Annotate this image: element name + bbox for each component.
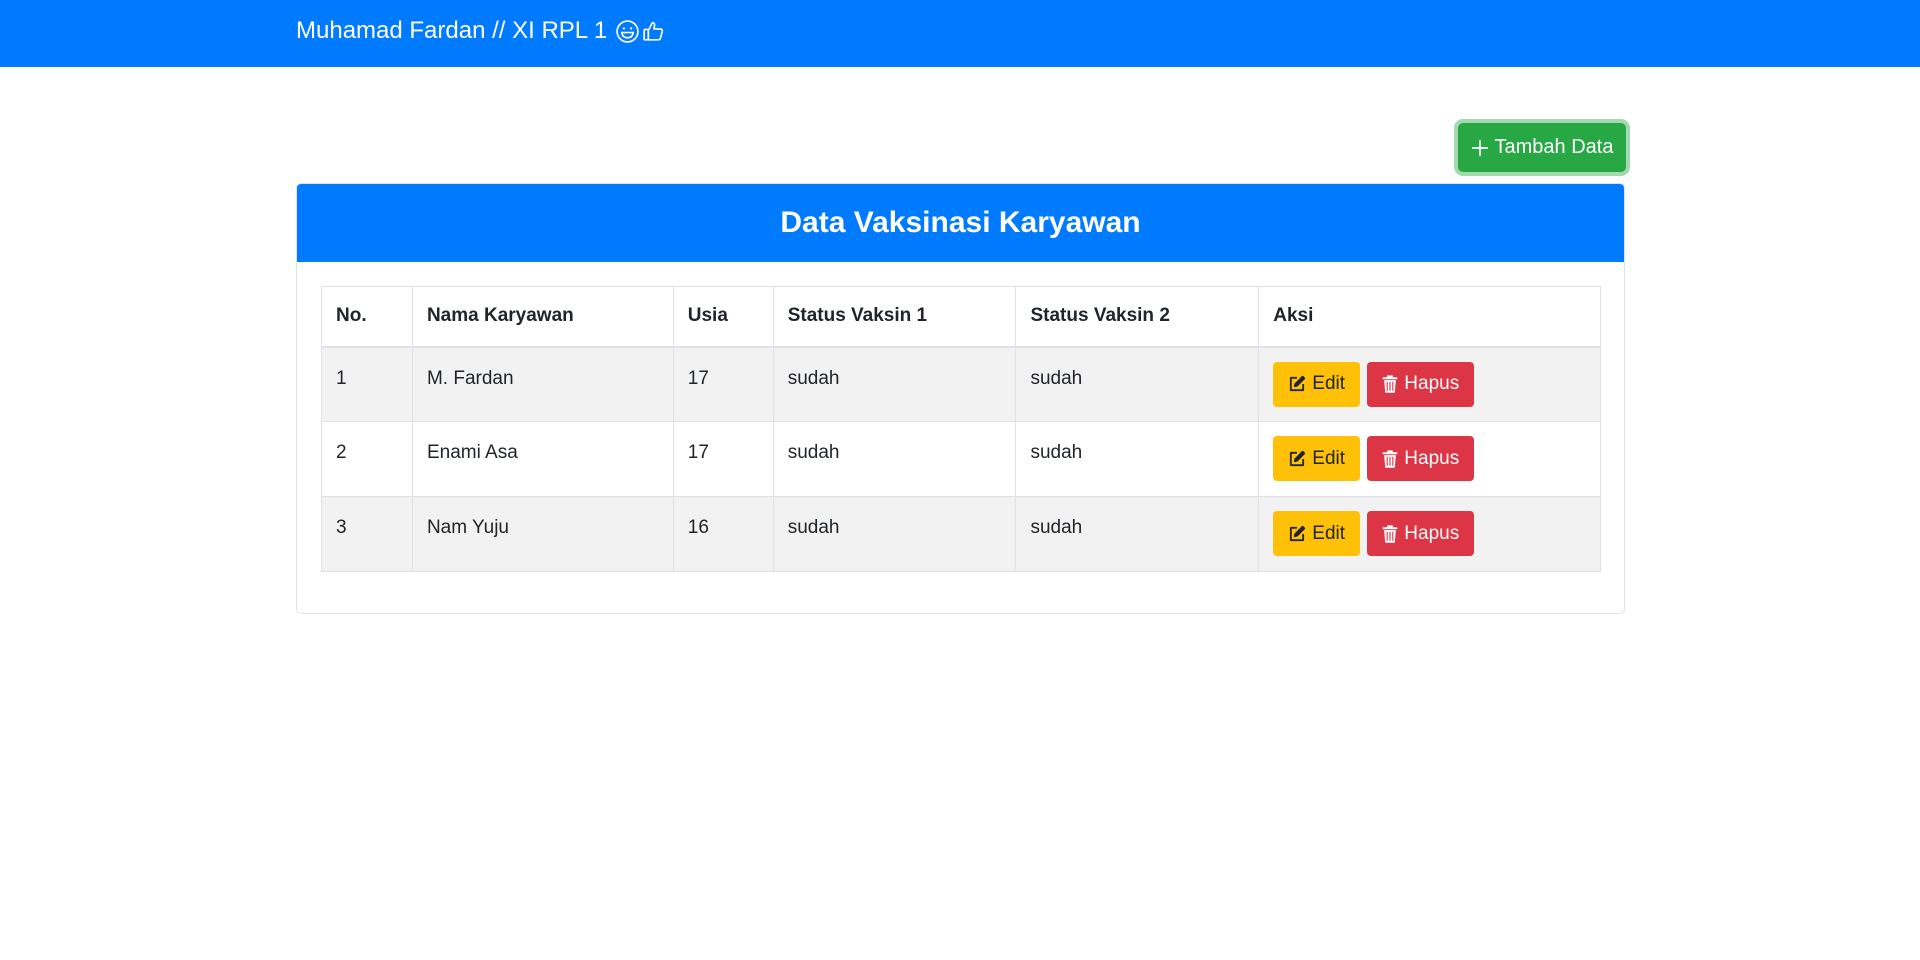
plus-icon <box>1471 139 1489 157</box>
add-data-label: Tambah Data <box>1494 136 1614 158</box>
table-row: 2 Enami Asa 17 sudah sudah Edit Hapus <box>321 421 1601 497</box>
column-header: Aksi <box>1258 286 1601 347</box>
table-header-row: No. Nama Karyawan Usia Status Vaksin 1 S… <box>321 286 1601 347</box>
cell-usia: 17 <box>672 421 774 497</box>
navbar-brand[interactable]: Muhamad Fardan // XI RPL 1 <box>296 17 666 45</box>
edit-icon <box>1288 375 1306 393</box>
brand-emoji <box>615 19 666 44</box>
edit-icon <box>1288 525 1306 543</box>
cell-usia: 16 <box>672 496 774 572</box>
edit-label: Edit <box>1312 373 1346 394</box>
cell-aksi: Edit Hapus <box>1258 421 1601 497</box>
cell-vaksin1: sudah <box>772 496 1017 572</box>
cell-usia: 17 <box>672 346 774 422</box>
cell-vaksin1: sudah <box>772 421 1017 497</box>
cell-vaksin1: sudah <box>772 346 1017 422</box>
column-header: Status Vaksin 1 <box>772 286 1017 347</box>
delete-button[interactable]: Hapus <box>1367 361 1475 407</box>
delete-button[interactable]: Hapus <box>1367 436 1475 481</box>
cell-vaksin2: sudah <box>1015 346 1260 422</box>
trash-icon <box>1382 449 1398 468</box>
table-row: 3 Nam Yuju 16 sudah sudah Edit Hapus <box>321 496 1601 572</box>
cell-nama: Nam Yuju <box>411 496 674 572</box>
trash-icon <box>1382 375 1398 393</box>
edit-icon <box>1288 450 1306 468</box>
cell-nama: M. Fardan <box>411 346 674 422</box>
add-data-button[interactable]: Tambah Data <box>1458 123 1626 172</box>
card-title: Data Vaksinasi Karyawan <box>780 206 1141 239</box>
cell-aksi: Edit Hapus <box>1258 496 1601 572</box>
cell-no: 2 <box>321 421 413 497</box>
table-row: 1 M. Fardan 17 sudah sudah Edit Hapus <box>321 346 1601 422</box>
cell-no: 3 <box>321 496 413 572</box>
delete-label: Hapus <box>1404 522 1460 544</box>
cell-vaksin2: sudah <box>1015 421 1260 497</box>
brand-text: Muhamad Fardan // XI RPL 1 <box>296 17 608 44</box>
grinning-face-icon <box>615 19 640 44</box>
column-header: Nama Karyawan <box>411 286 674 347</box>
delete-button[interactable]: Hapus <box>1367 511 1475 556</box>
edit-label: Edit <box>1312 522 1346 544</box>
column-header: No. <box>321 286 413 347</box>
card-header: Data Vaksinasi Karyawan <box>297 184 1624 262</box>
column-header: Status Vaksin 2 <box>1015 286 1260 347</box>
column-header: Usia <box>672 286 774 347</box>
delete-label: Hapus <box>1404 447 1460 469</box>
edit-button[interactable]: Edit <box>1273 436 1361 481</box>
edit-button[interactable]: Edit <box>1273 361 1361 407</box>
vaccination-card: Data Vaksinasi Karyawan No. Nama Karyawa… <box>296 183 1625 614</box>
cell-nama: Enami Asa <box>411 421 674 497</box>
cell-vaksin2: sudah <box>1015 496 1260 572</box>
edit-button[interactable]: Edit <box>1273 511 1361 556</box>
thumbs-up-icon <box>641 19 666 44</box>
trash-icon <box>1382 524 1398 543</box>
navbar: Muhamad Fardan // XI RPL 1 <box>0 0 1920 67</box>
vaccination-table: No. Nama Karyawan Usia Status Vaksin 1 S… <box>321 286 1601 572</box>
edit-label: Edit <box>1312 447 1346 469</box>
cell-no: 1 <box>321 346 413 422</box>
delete-label: Hapus <box>1404 373 1460 394</box>
cell-aksi: Edit Hapus <box>1258 346 1601 422</box>
